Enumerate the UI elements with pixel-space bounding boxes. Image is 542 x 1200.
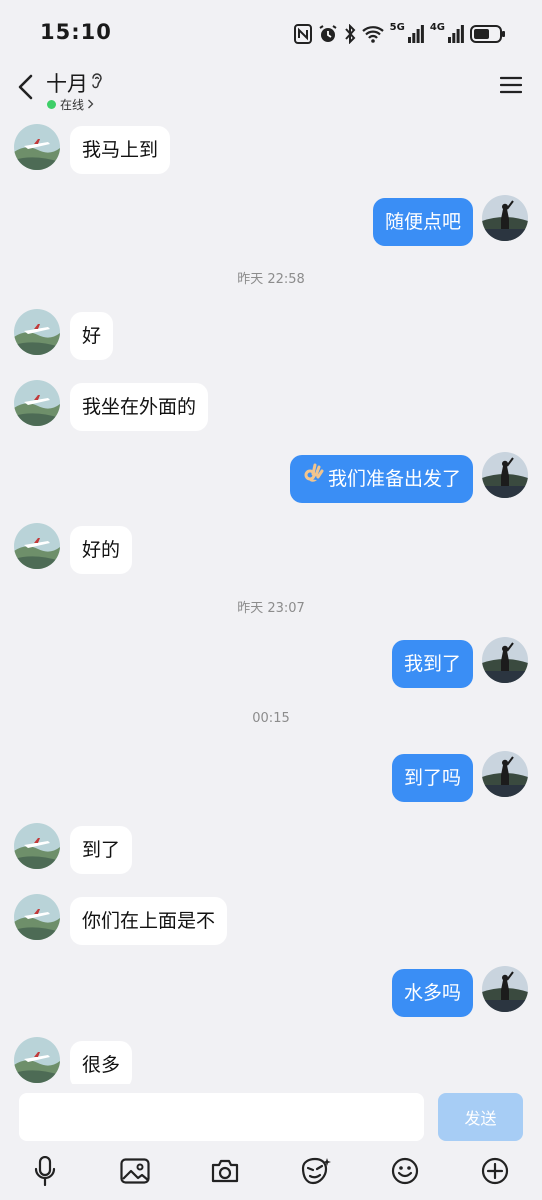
message-input[interactable] — [19, 1093, 424, 1141]
message-list[interactable]: 我马上到 随便点吧 昨天 22:58 好 我坐在外面的 我们准备出发了 好的 昨… — [0, 116, 542, 1084]
my-avatar[interactable] — [482, 195, 528, 241]
contact-avatar[interactable] — [14, 380, 60, 426]
message-bubble[interactable]: 随便点吧 — [372, 198, 473, 246]
message-bubble[interactable]: 好的 — [70, 526, 133, 574]
sticker-icon[interactable] — [298, 1154, 332, 1188]
ear-icon — [90, 72, 104, 94]
network-5g-label: 5G — [389, 21, 405, 33]
contact-avatar[interactable] — [14, 523, 60, 569]
online-dot — [47, 100, 56, 109]
message-bubble[interactable]: 到了吗 — [391, 754, 473, 802]
contact-avatar[interactable] — [14, 1037, 60, 1083]
bluetooth-icon — [344, 24, 356, 44]
my-avatar[interactable] — [482, 637, 528, 683]
presence-status[interactable]: 在线 — [47, 96, 94, 113]
contact-avatar[interactable] — [14, 823, 60, 869]
ok-hand-emoji-icon — [302, 454, 324, 502]
back-icon[interactable] — [14, 70, 38, 104]
menu-icon[interactable] — [499, 76, 523, 98]
plus-icon[interactable] — [478, 1154, 512, 1188]
my-avatar[interactable] — [482, 452, 528, 498]
timestamp-divider: 昨天 22:58 — [237, 272, 305, 287]
signal-icon — [407, 25, 424, 43]
contact-name[interactable]: 十月 — [46, 68, 88, 98]
status-icons: 5G 4G — [293, 20, 506, 48]
network-4g-label: 4G — [429, 21, 445, 33]
presence-label: 在线 — [60, 98, 85, 112]
wifi-icon — [361, 25, 384, 43]
message-bubble[interactable]: 到了 — [70, 826, 133, 874]
message-text: 我们准备出发了 — [327, 468, 461, 490]
signal-icon — [448, 25, 464, 43]
contact-avatar[interactable] — [14, 309, 60, 355]
status-time: 15:10 — [40, 20, 112, 44]
message-bubble[interactable]: 水多吗 — [391, 969, 473, 1017]
my-avatar[interactable] — [482, 966, 528, 1012]
camera-icon[interactable] — [208, 1154, 242, 1188]
message-bubble[interactable]: 你们在上面是不 — [70, 897, 228, 945]
chat-header: 十月 在线 — [0, 66, 542, 116]
message-bubble[interactable]: 我们准备出发了 — [289, 454, 473, 503]
message-bubble[interactable]: 我坐在外面的 — [70, 383, 209, 431]
message-bubble[interactable]: 很多 — [70, 1041, 133, 1084]
status-bar: 15:10 5G 4G — [0, 0, 542, 66]
contact-avatar[interactable] — [14, 894, 60, 940]
send-button[interactable]: 发送 — [438, 1093, 523, 1141]
nfc-icon — [293, 24, 312, 44]
my-avatar[interactable] — [482, 751, 528, 797]
microphone-icon[interactable] — [28, 1154, 62, 1188]
composer: 发送 — [0, 1084, 542, 1200]
message-bubble[interactable]: 好 — [70, 312, 114, 360]
message-bubble[interactable]: 我到了 — [391, 640, 473, 688]
timestamp-divider: 昨天 23:07 — [237, 601, 305, 616]
chevron-right-icon — [87, 98, 94, 112]
message-bubble[interactable]: 我马上到 — [70, 126, 171, 174]
battery-icon — [470, 24, 506, 44]
emoji-icon[interactable] — [388, 1154, 422, 1188]
image-icon[interactable] — [118, 1154, 152, 1188]
alarm-icon — [318, 24, 338, 44]
timestamp-divider: 00:15 — [252, 711, 290, 726]
contact-avatar[interactable] — [14, 124, 60, 170]
